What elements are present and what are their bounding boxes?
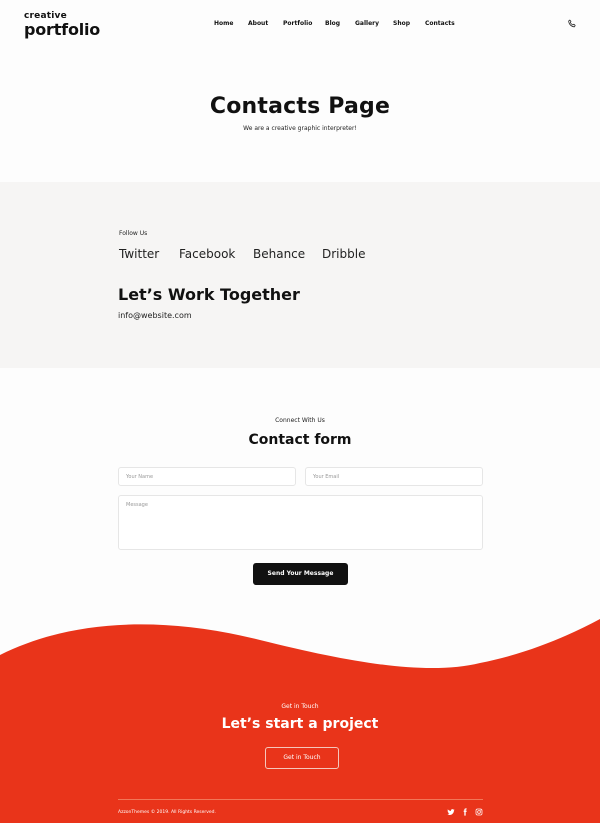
twitter-icon[interactable]	[447, 808, 455, 816]
page-title: Contacts Page	[209, 94, 391, 119]
get-in-touch-button[interactable]: Get in Touch	[265, 747, 339, 769]
nav-shop[interactable]: Shop	[393, 20, 410, 27]
form-title: Contact form	[248, 432, 352, 448]
work-together-heading: Let’s Work Together	[118, 285, 300, 304]
nav-gallery[interactable]: Gallery	[355, 20, 379, 27]
message-textarea[interactable]: Message	[118, 495, 483, 550]
footer-eyebrow: Get in Touch	[281, 703, 319, 710]
copyright-text: AzzonThemes © 2019. All Rights Reserved.	[118, 810, 216, 815]
facebook-icon[interactable]	[461, 808, 469, 816]
name-input[interactable]: Your Name	[118, 467, 296, 486]
nav-contacts[interactable]: Contacts	[425, 20, 455, 27]
footer-title: Let’s start a project	[221, 716, 379, 732]
follow-label: Follow Us	[119, 230, 148, 237]
nav-portfolio[interactable]: Portfolio	[283, 20, 312, 27]
social-link-twitter[interactable]: Twitter	[119, 247, 159, 261]
follow-section	[0, 182, 600, 368]
nav-blog[interactable]: Blog	[325, 20, 340, 27]
form-eyebrow: Connect With Us	[275, 417, 325, 424]
nav-about[interactable]: About	[248, 20, 268, 27]
nav-home[interactable]: Home	[214, 20, 233, 27]
social-link-dribble[interactable]: Dribble	[322, 247, 365, 261]
social-link-behance[interactable]: Behance	[253, 247, 305, 261]
social-link-facebook[interactable]: Facebook	[179, 247, 235, 261]
contact-email-link[interactable]: info@website.com	[118, 311, 192, 320]
instagram-icon[interactable]	[475, 808, 483, 816]
email-input[interactable]: Your Email	[305, 467, 483, 486]
send-message-button[interactable]: Send Your Message	[253, 563, 348, 585]
site-header: creative portfolio Home About Portfolio …	[0, 0, 600, 50]
page-subtitle: We are a creative graphic interpreter!	[243, 125, 357, 132]
footer-divider	[118, 799, 483, 800]
phone-icon[interactable]	[567, 19, 577, 29]
logo-line-2: portfolio	[24, 20, 101, 39]
logo[interactable]: creative portfolio	[24, 12, 100, 38]
